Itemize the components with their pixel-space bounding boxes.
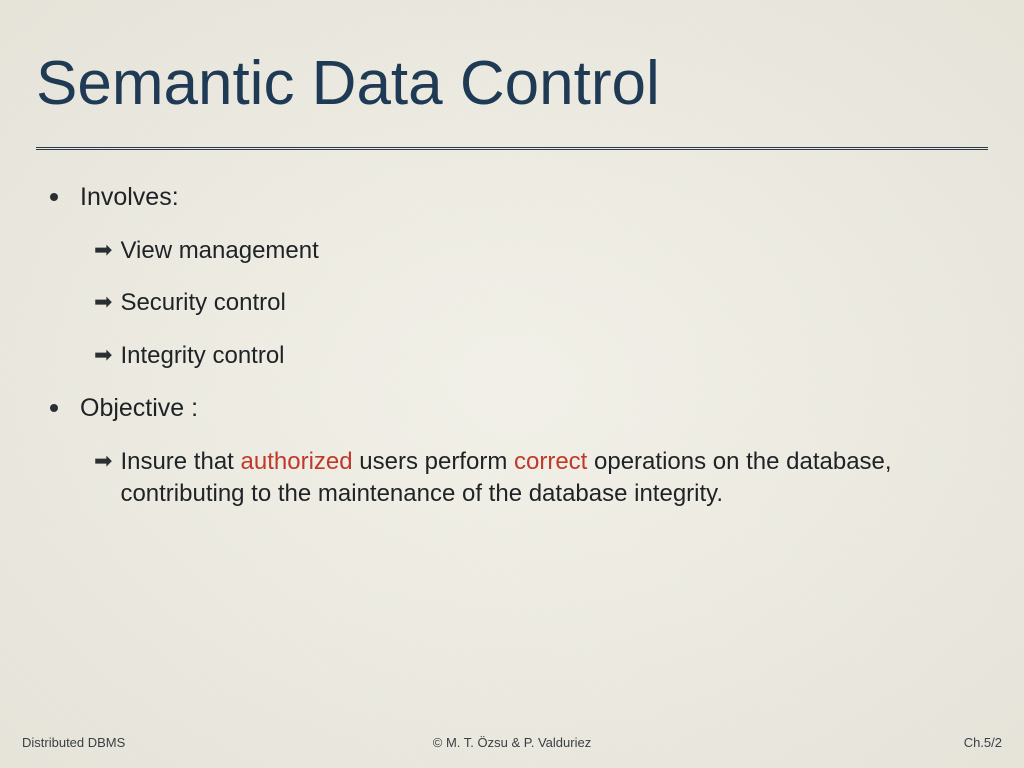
- sub-item: ➡ View management: [94, 235, 988, 267]
- bullet-involves: Involves:: [50, 181, 988, 215]
- sub-item-text: Security control: [120, 287, 285, 319]
- bullet-dot-icon: [50, 404, 58, 412]
- bullet-label: Objective :: [80, 392, 198, 426]
- sub-item-text: Insure that authorized users perform cor…: [120, 446, 988, 511]
- slide-footer: Distributed DBMS © M. T. Özsu & P. Valdu…: [0, 735, 1024, 750]
- slide: Semantic Data Control Involves: ➡ View m…: [0, 0, 1024, 768]
- highlight-authorized: authorized: [241, 448, 353, 475]
- footer-center: © M. T. Özsu & P. Valduriez: [433, 735, 591, 750]
- slide-title: Semantic Data Control: [36, 48, 988, 119]
- title-divider: [36, 147, 988, 151]
- text-fragment: users perform: [353, 448, 514, 475]
- sub-item: ➡ Security control: [94, 287, 988, 319]
- bullet-objective: Objective :: [50, 392, 988, 426]
- arrow-icon: ➡: [94, 340, 112, 370]
- bullet-dot-icon: [50, 193, 58, 201]
- sub-item: ➡ Integrity control: [94, 340, 988, 372]
- arrow-icon: ➡: [94, 446, 112, 476]
- sub-list-involves: ➡ View management ➡ Security control ➡ I…: [94, 235, 988, 372]
- sub-item-text: Integrity control: [120, 340, 284, 372]
- highlight-correct: correct: [514, 448, 587, 475]
- bullet-label: Involves:: [80, 181, 179, 215]
- sub-item: ➡ Insure that authorized users perform c…: [94, 446, 988, 511]
- footer-left: Distributed DBMS: [22, 735, 125, 750]
- sub-item-text: View management: [120, 235, 318, 267]
- sub-list-objective: ➡ Insure that authorized users perform c…: [94, 446, 988, 511]
- text-fragment: Insure that: [120, 448, 240, 475]
- slide-content: Involves: ➡ View management ➡ Security c…: [36, 181, 988, 510]
- arrow-icon: ➡: [94, 287, 112, 317]
- footer-right: Ch.5/2: [964, 735, 1002, 750]
- arrow-icon: ➡: [94, 235, 112, 265]
